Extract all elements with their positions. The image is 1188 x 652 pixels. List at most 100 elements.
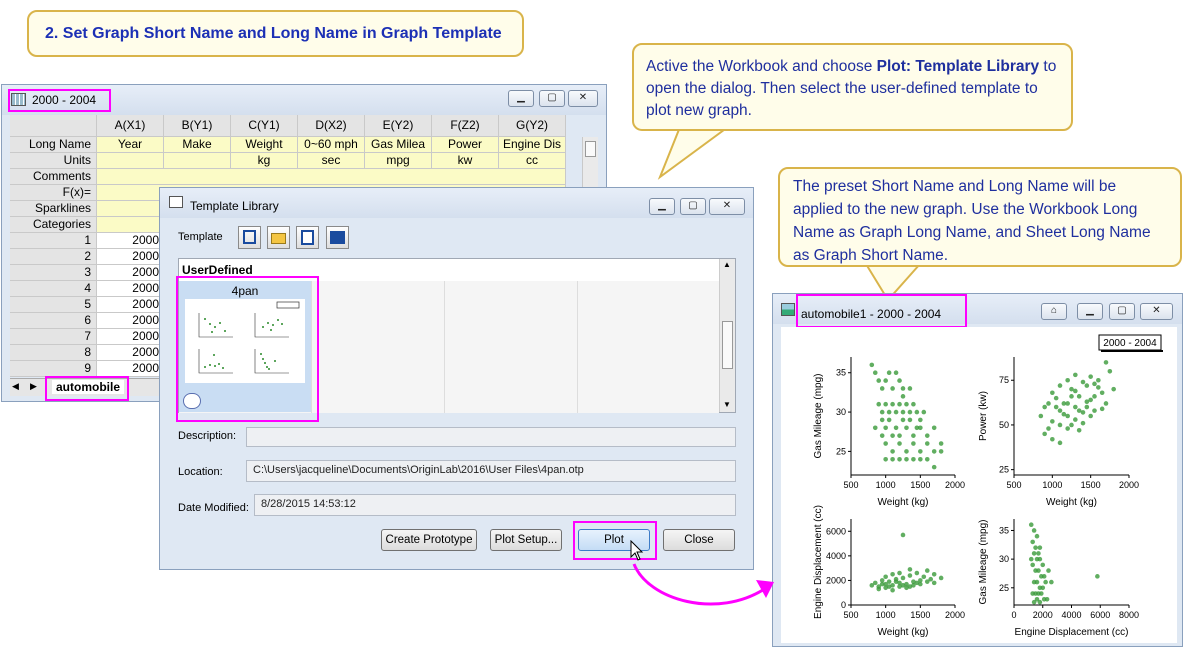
cell[interactable]: Power	[432, 137, 499, 153]
x-tick-label: 1000	[876, 480, 896, 490]
browse-template-icon[interactable]	[238, 226, 261, 249]
cell[interactable]: Year	[97, 137, 164, 153]
column-header[interactable]: A(X1)	[97, 115, 164, 137]
minimize-button[interactable]: ▁	[1077, 303, 1103, 320]
graph-window[interactable]: automobile1 - 2000 - 2004 ⌂ ▁ ▢ ✕ 1 2 3 …	[772, 293, 1183, 647]
scroll-thumb[interactable]	[585, 141, 596, 157]
cell[interactable]: sec	[298, 153, 365, 169]
data-point	[893, 370, 899, 376]
cell[interactable]: kg	[231, 153, 298, 169]
workbook-title-highlight	[8, 89, 111, 112]
column-header[interactable]: C(Y1)	[231, 115, 298, 137]
row-number[interactable]: 7	[10, 329, 97, 345]
y-tick-label: 35	[836, 368, 846, 378]
row-label[interactable]: Categories	[10, 217, 97, 233]
corner-cell[interactable]	[10, 115, 97, 137]
data-point	[869, 362, 875, 368]
x-tick-label: 500	[843, 610, 858, 620]
data-point	[879, 581, 885, 587]
scroll-up-icon[interactable]: ▲	[723, 260, 731, 269]
scroll-down-icon[interactable]: ▼	[723, 400, 731, 409]
cell[interactable]: Make	[164, 137, 231, 153]
filter-icon[interactable]	[326, 226, 349, 249]
cell[interactable]: 2000	[97, 329, 164, 345]
data-point	[918, 417, 923, 423]
maximize-button[interactable]: ▢	[680, 198, 706, 215]
tab-scroll-right[interactable]: ▶	[30, 381, 37, 392]
cell[interactable]	[164, 153, 231, 169]
row-number[interactable]: 8	[10, 345, 97, 361]
data-point	[1099, 390, 1105, 396]
row-label[interactable]: Units	[10, 153, 97, 169]
dialog-titlebar[interactable]: Template Library ▁ ▢ ✕	[160, 188, 753, 218]
cell[interactable]: kw	[432, 153, 499, 169]
close-button[interactable]: ✕	[1140, 303, 1173, 320]
row-number[interactable]: 2	[10, 249, 97, 265]
cell[interactable]: Weight	[231, 137, 298, 153]
cell[interactable]	[97, 169, 566, 185]
close-button[interactable]: ✕	[709, 198, 745, 215]
column-header[interactable]: G(Y2)	[499, 115, 566, 137]
cell[interactable]: 2000	[97, 361, 164, 377]
legend-label: 2000 - 2004	[1103, 338, 1157, 349]
row-number[interactable]: 3	[10, 265, 97, 281]
cell[interactable]: 0~60 mph	[298, 137, 365, 153]
column-header[interactable]: D(X2)	[298, 115, 365, 137]
close-dialog-button[interactable]: Close	[663, 529, 735, 551]
cell[interactable]: 2000	[97, 345, 164, 361]
y-tick-label: 50	[999, 420, 1009, 430]
row-number[interactable]: 1	[10, 233, 97, 249]
row-number[interactable]: 6	[10, 313, 97, 329]
x-tick-label: 2000	[1119, 480, 1139, 490]
scroll-thumb[interactable]	[722, 321, 733, 369]
data-point	[911, 433, 916, 438]
row-number[interactable]: 9	[10, 361, 97, 377]
data-point	[1103, 401, 1109, 406]
cell[interactable]: 2000	[97, 297, 164, 313]
cell[interactable]: mpg	[365, 153, 432, 169]
data-point	[890, 456, 895, 462]
location-field[interactable]: C:\Users\jacqueline\Documents\OriginLab\…	[246, 460, 736, 482]
graph-icon	[781, 303, 795, 316]
template-library-dialog[interactable]: Template Library ▁ ▢ ✕ Template UserDefi…	[159, 187, 754, 570]
column-header[interactable]: F(Z2)	[432, 115, 499, 137]
home-button[interactable]: ⌂	[1041, 303, 1067, 320]
graph-page[interactable]: 2000 - 2004 500 1000 1500 2000 25 30 35 Weight …	[781, 327, 1177, 643]
cell[interactable]: 2000	[97, 281, 164, 297]
row-number[interactable]: 5	[10, 297, 97, 313]
x-tick-label: 4000	[1061, 610, 1081, 620]
row-label[interactable]: Comments	[10, 169, 97, 185]
description-field[interactable]	[246, 427, 736, 447]
row-number[interactable]: 4	[10, 281, 97, 297]
row-label[interactable]: Long Name	[10, 137, 97, 153]
date-modified-field[interactable]: 8/28/2015 14:53:12	[254, 494, 736, 516]
close-button[interactable]: ✕	[568, 90, 598, 107]
minimize-button[interactable]: ▁	[649, 198, 675, 215]
row-label[interactable]: F(x)=	[10, 185, 97, 201]
y-tick-label: 25	[836, 446, 846, 456]
plot-button-highlight	[573, 521, 657, 560]
add-template-icon[interactable]	[296, 226, 319, 249]
cell[interactable]: Gas Milea	[365, 137, 432, 153]
minimize-button[interactable]: ▁	[508, 90, 534, 107]
plot-setup-button[interactable]: Plot Setup...	[490, 529, 562, 551]
x-tick-label: 500	[843, 480, 858, 490]
template-list-scrollbar[interactable]: ▲ ▼	[719, 259, 735, 412]
y-tick-label: 6000	[826, 526, 846, 536]
create-prototype-button[interactable]: Create Prototype	[381, 529, 477, 551]
maximize-button[interactable]: ▢	[539, 90, 565, 107]
row-label[interactable]: Sparklines	[10, 201, 97, 217]
x-axis-label: Weight (kg)	[1046, 497, 1097, 508]
cell[interactable]: 2000	[97, 313, 164, 329]
cell[interactable]: 2000	[97, 265, 164, 281]
tab-scroll-left[interactable]: ◀	[12, 381, 19, 392]
maximize-button[interactable]: ▢	[1109, 303, 1135, 320]
cell[interactable]: 2000	[97, 249, 164, 265]
add-folder-icon[interactable]	[267, 226, 290, 249]
cell[interactable]: Engine Dis	[499, 137, 566, 153]
column-header[interactable]: E(Y2)	[365, 115, 432, 137]
column-header[interactable]: B(Y1)	[164, 115, 231, 137]
cell[interactable]	[97, 153, 164, 169]
cell[interactable]: 2000	[97, 233, 164, 249]
cell[interactable]: cc	[499, 153, 566, 169]
